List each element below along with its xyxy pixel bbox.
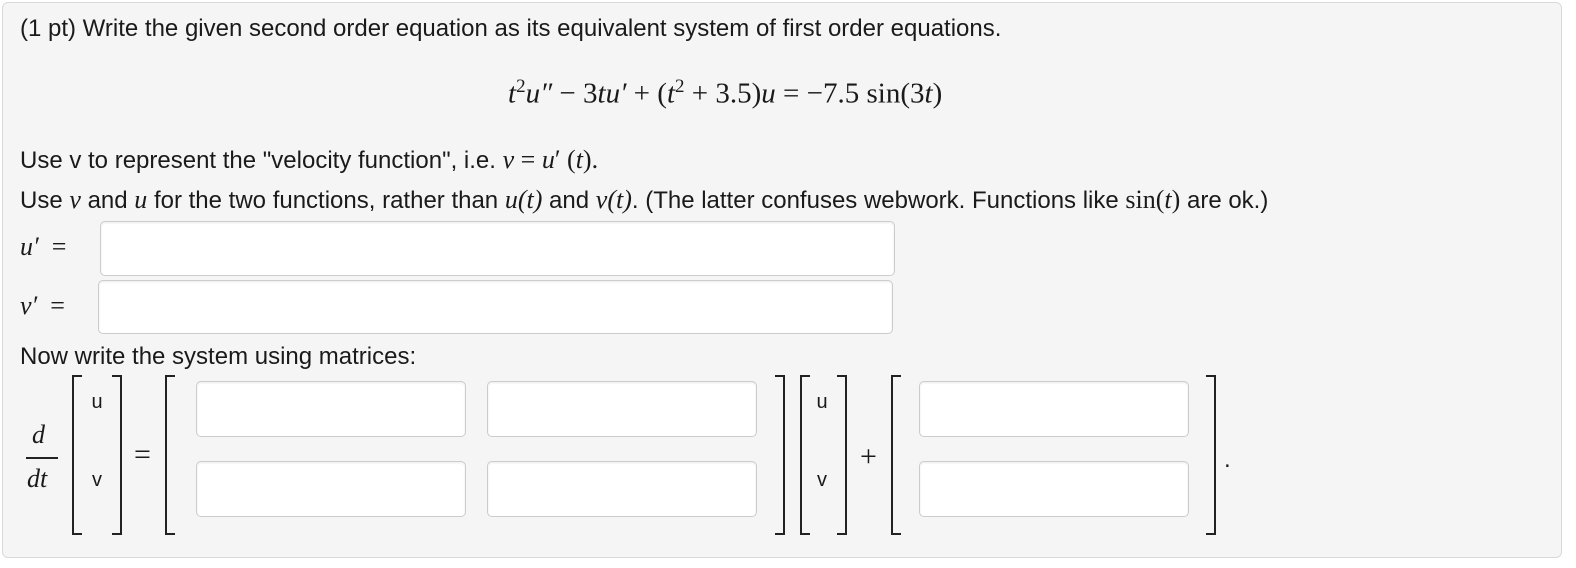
instr1-eq: = bbox=[514, 145, 542, 174]
matrix-period: . bbox=[1224, 446, 1231, 473]
forcing-b2-input[interactable] bbox=[919, 461, 1189, 517]
u-prime-equals: = bbox=[51, 232, 67, 261]
v-prime-symbol: v′ bbox=[20, 291, 38, 320]
u-prime-label: u′ = bbox=[20, 232, 66, 262]
instr1-v: v bbox=[502, 145, 515, 174]
instr1-paren-open: ( bbox=[560, 145, 576, 174]
instr2-c: for the two functions, rather than bbox=[147, 187, 505, 214]
instr2-d: and bbox=[542, 187, 596, 214]
instr2-sin: sin( bbox=[1125, 185, 1165, 214]
instr2-ut-u: u bbox=[504, 185, 518, 214]
eq-coef-3: 3 bbox=[583, 77, 598, 110]
rhs-vector-v: v bbox=[817, 469, 827, 491]
lhs-vector-left-bracket bbox=[72, 375, 82, 535]
v-prime-input[interactable] bbox=[98, 280, 893, 334]
instr2-vt-rest: (t) bbox=[607, 185, 632, 214]
forcing-vector-right-bracket bbox=[1206, 375, 1216, 535]
instr1-t: t bbox=[575, 145, 583, 174]
matrix-a12-input[interactable] bbox=[487, 381, 757, 437]
eq-exp-1: 2 bbox=[516, 76, 526, 97]
eq-exp-2: 2 bbox=[675, 76, 685, 97]
eq-minus: − bbox=[559, 77, 576, 110]
eq-u-double-prime: u″ bbox=[525, 77, 553, 110]
lhs-vector-right-bracket bbox=[112, 375, 122, 535]
forcing-vector-left-bracket bbox=[891, 375, 901, 535]
instr2-sin-close: ) bbox=[1171, 185, 1181, 214]
matrix-a11-input[interactable] bbox=[196, 381, 466, 437]
eq-t-2: t bbox=[666, 77, 676, 110]
instr2-e: . (The latter confuses webwork. Function… bbox=[631, 187, 1126, 214]
eq-tu-prime: tu′ bbox=[597, 77, 627, 110]
rhs-vector-u: u bbox=[816, 391, 828, 413]
v-prime-equals: = bbox=[50, 291, 65, 320]
instr2-sin-t: t bbox=[1164, 185, 1172, 214]
eq-u: u bbox=[761, 77, 776, 110]
instr2-ut-rest: (t) bbox=[517, 185, 543, 214]
eq-rhs-close: ) bbox=[932, 77, 943, 110]
matrix-plus: + bbox=[860, 440, 877, 473]
instr1-paren-close: ). bbox=[582, 145, 599, 174]
instr1-text: Use v to represent the "velocity functio… bbox=[20, 147, 503, 174]
problem-header: (1 pt) Write the given second order equa… bbox=[20, 15, 1002, 42]
eq-plus: + bbox=[633, 77, 651, 110]
eq-rhs-t: t bbox=[924, 77, 933, 110]
u-prime-input[interactable] bbox=[100, 221, 895, 276]
instr2-u: u bbox=[134, 185, 148, 214]
derivative-fraction-bar bbox=[26, 457, 58, 459]
derivative-d: d bbox=[32, 420, 45, 449]
instr2-v: v bbox=[69, 185, 81, 214]
lhs-vector-u: u bbox=[91, 391, 103, 413]
coef-matrix-left-bracket bbox=[165, 375, 175, 535]
eq-paren-open: ( bbox=[657, 77, 667, 110]
v-prime-label: v′ = bbox=[20, 291, 65, 321]
matrix-equals: = bbox=[134, 438, 151, 471]
instr2-f: are ok.) bbox=[1180, 187, 1269, 214]
instruction-velocity: Use v to represent the "velocity functio… bbox=[20, 146, 598, 175]
matrix-a21-input[interactable] bbox=[196, 461, 466, 517]
rhs-vector-right-bracket bbox=[837, 375, 847, 535]
main-equation: t2u″ − 3tu′ + (t2 + 3.5)u = −7.5 sin(3t) bbox=[508, 76, 942, 111]
matrix-a22-input[interactable] bbox=[487, 461, 757, 517]
instr1-u: u bbox=[541, 145, 555, 174]
eq-rhs: = −7.5 sin(3 bbox=[783, 77, 925, 110]
instruction-notation: Use v and u for the two functions, rathe… bbox=[20, 186, 1268, 215]
instr2-b: and bbox=[80, 187, 135, 214]
coef-matrix-right-bracket bbox=[775, 375, 785, 535]
eq-t: t bbox=[508, 77, 517, 110]
instr2-vt-v: v bbox=[595, 185, 608, 214]
matrix-heading: Now write the system using matrices: bbox=[20, 343, 417, 370]
lhs-vector-v: v bbox=[92, 469, 102, 491]
u-prime-symbol: u′ bbox=[20, 232, 39, 261]
forcing-b1-input[interactable] bbox=[919, 381, 1189, 437]
instr2-a: Use bbox=[20, 187, 70, 214]
eq-plus-const: + 3.5) bbox=[691, 77, 762, 110]
derivative-dt: dt bbox=[27, 464, 48, 493]
